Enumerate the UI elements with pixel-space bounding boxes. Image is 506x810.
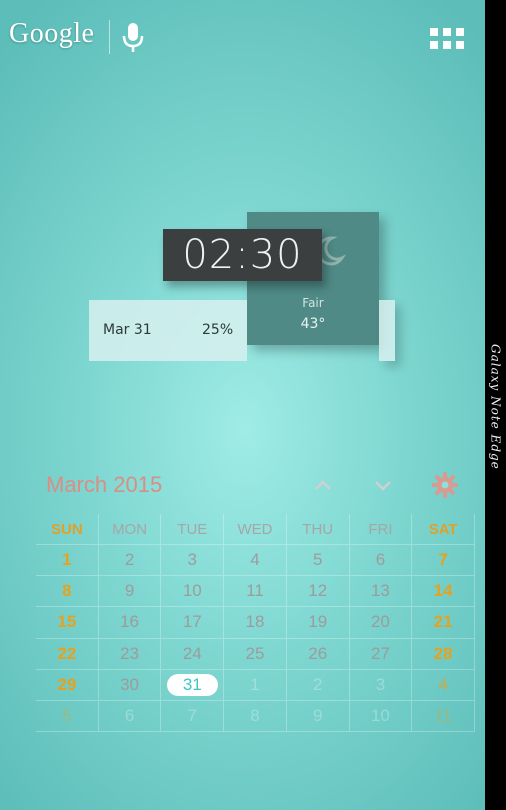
calendar-day[interactable]: 4 (224, 545, 287, 577)
calendar-day-next-month[interactable]: 3 (349, 669, 413, 701)
calendar-day[interactable]: 15 (36, 607, 99, 639)
calendar-day[interactable]: 23 (98, 638, 162, 670)
calendar-day-next-month[interactable]: 8 (224, 700, 287, 732)
calendar-day[interactable]: 20 (349, 607, 413, 639)
today-highlight: 31 (166, 673, 218, 696)
calendar-day[interactable]: 30 (98, 669, 162, 701)
calendar-day[interactable]: 26 (286, 638, 350, 670)
weekday-mon: MON (98, 514, 162, 546)
calendar-day[interactable]: 16 (98, 607, 162, 639)
date-label: Mar 31 (103, 322, 152, 338)
calendar-day[interactable]: 21 (412, 607, 475, 639)
calendar-day[interactable]: 12 (286, 576, 350, 608)
calendar-day[interactable]: 13 (349, 576, 413, 608)
battery-label: 25% (202, 322, 234, 338)
calendar-day-next-month[interactable]: 11 (412, 700, 475, 732)
gear-icon[interactable] (431, 471, 459, 499)
calendar-day[interactable]: 7 (412, 545, 475, 577)
weekday-thu: THU (286, 514, 350, 546)
calendar-day[interactable]: 9 (98, 576, 162, 608)
calendar-day-next-month[interactable]: 5 (36, 700, 99, 732)
weekday-wed: WED (224, 514, 287, 546)
calendar-day[interactable]: 8 (36, 576, 99, 608)
weekday-sun: SUN (36, 514, 99, 546)
calendar-day-next-month[interactable]: 4 (412, 669, 475, 701)
calendar-day[interactable]: 5 (286, 545, 350, 577)
calendar-day[interactable]: 25 (224, 638, 287, 670)
calendar-day[interactable]: 14 (412, 576, 475, 608)
clock-time[interactable]: 02:30 (163, 229, 322, 281)
calendar-day[interactable]: 1 (36, 545, 99, 577)
divider (109, 20, 110, 54)
info-bar-edge (379, 300, 395, 361)
calendar-day[interactable]: 27 (349, 638, 413, 670)
calendar-day[interactable]: 10 (161, 576, 225, 608)
calendar-day-next-month[interactable]: 10 (349, 700, 413, 732)
calendar-day-next-month[interactable]: 9 (286, 700, 350, 732)
calendar-day[interactable]: 19 (286, 607, 350, 639)
calendar-day[interactable]: 11 (224, 576, 287, 608)
calendar-day[interactable]: 22 (36, 638, 99, 670)
chevron-up-icon[interactable] (312, 474, 334, 496)
calendar-day[interactable]: 6 (349, 545, 413, 577)
calendar-day[interactable]: 17 (161, 607, 225, 639)
weather-condition: Fair (302, 296, 324, 310)
calendar-day[interactable]: 29 (36, 669, 99, 701)
mic-icon[interactable] (120, 22, 146, 54)
calendar-day-next-month[interactable]: 7 (161, 700, 225, 732)
temperature: 43° (300, 316, 326, 332)
calendar-day[interactable]: 3 (161, 545, 225, 577)
calendar-grid: SUN MON TUE WED THU FRI SAT 1 2 3 4 5 6 … (36, 514, 475, 732)
weekday-sat: SAT (412, 514, 475, 546)
calendar-day[interactable]: 28 (412, 638, 475, 670)
chevron-down-icon[interactable] (372, 474, 394, 496)
edge-panel-label: Galaxy Note Edge (488, 344, 503, 470)
calendar-day-next-month[interactable]: 1 (224, 669, 287, 701)
calendar-day[interactable]: 24 (161, 638, 225, 670)
apps-grid-icon[interactable] (430, 28, 464, 49)
calendar-day[interactable]: 18 (224, 607, 287, 639)
calendar-title: March 2015 (46, 472, 163, 497)
calendar-day-next-month[interactable]: 6 (98, 700, 162, 732)
weekday-tue: TUE (161, 514, 225, 546)
calendar-day-today[interactable]: 31 (161, 669, 225, 701)
calendar-day-next-month[interactable]: 2 (286, 669, 350, 701)
weekday-fri: FRI (349, 514, 413, 546)
calendar-day[interactable]: 2 (98, 545, 162, 577)
google-search-logo[interactable]: Google (9, 18, 94, 50)
